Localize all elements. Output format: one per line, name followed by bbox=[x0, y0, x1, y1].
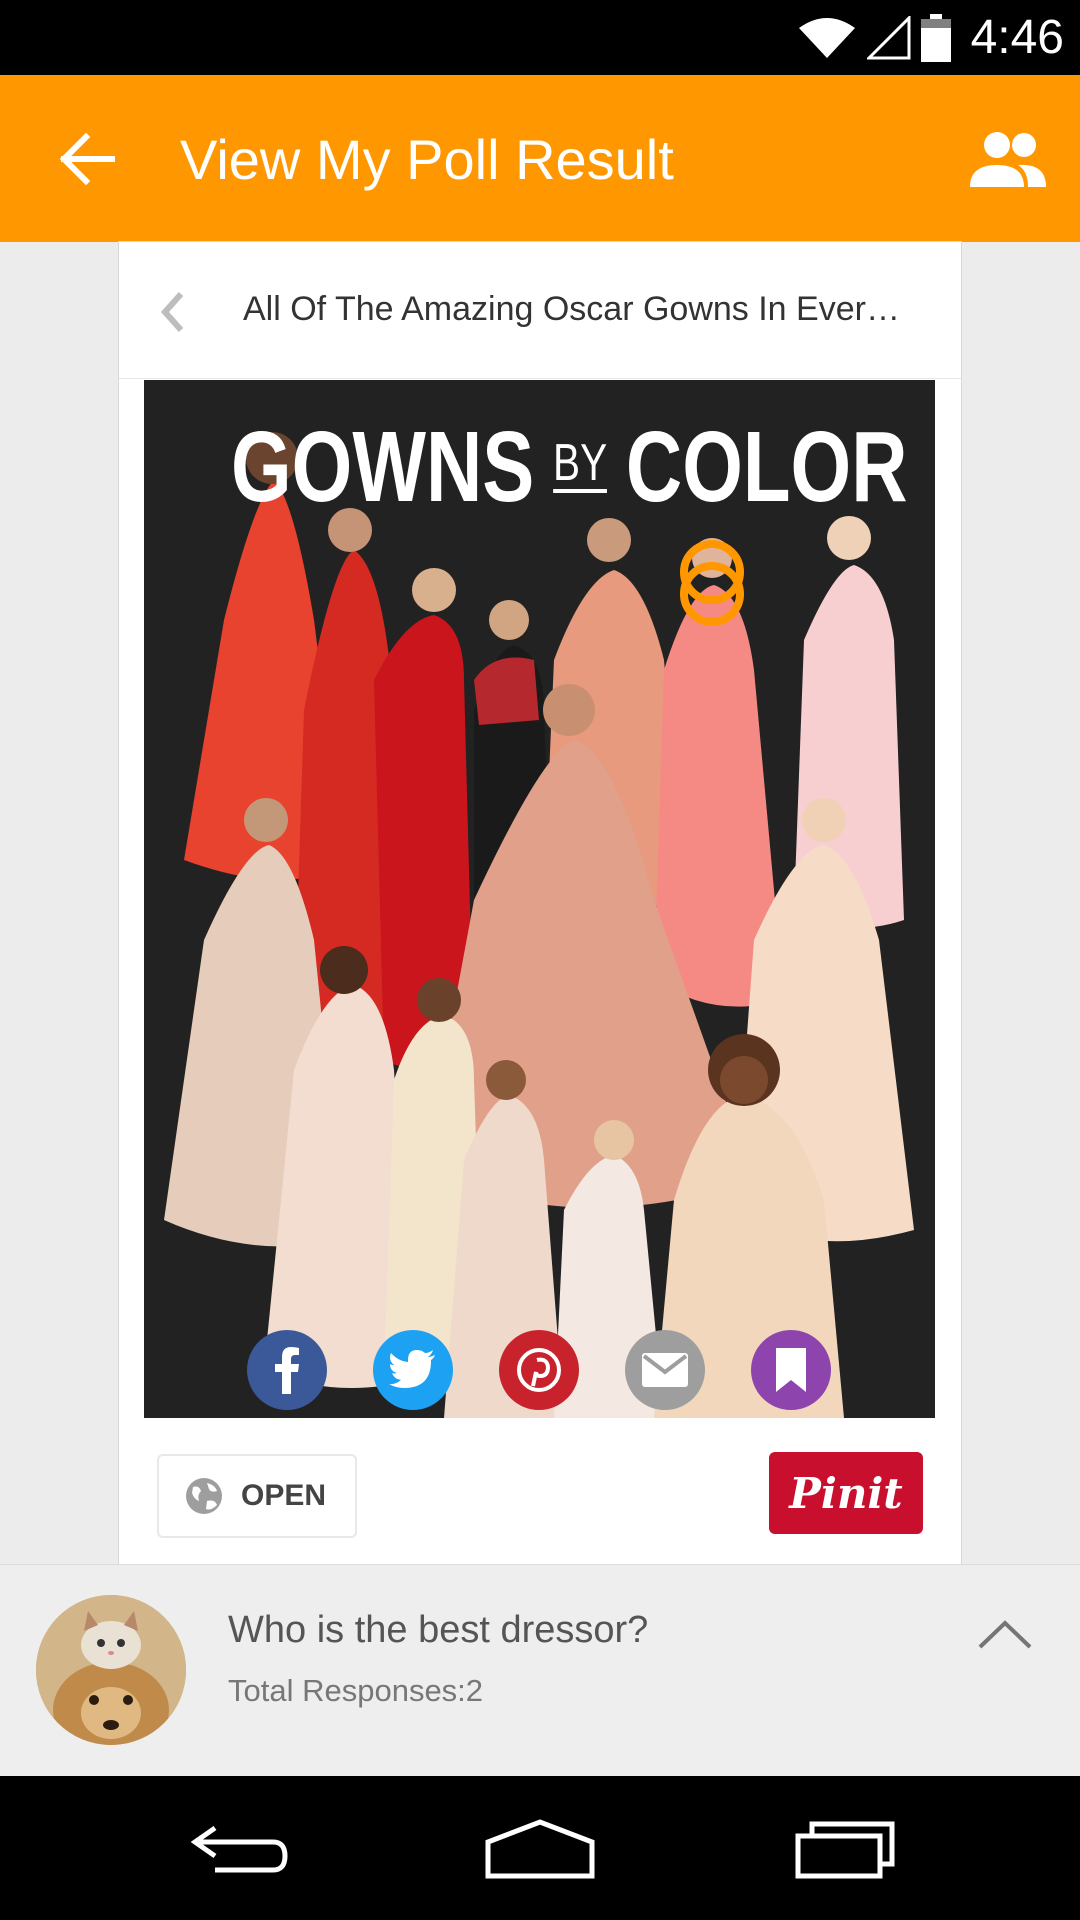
image-heading-middle: BY bbox=[553, 433, 608, 493]
pin-title: All Of The Amazing Oscar Gowns In Ever… bbox=[243, 290, 900, 328]
status-icons: 4:46 bbox=[797, 0, 1064, 75]
people-icon[interactable] bbox=[968, 127, 1048, 191]
pinit-button[interactable]: Pinit bbox=[769, 1452, 923, 1534]
pin-card-footer: OPEN Pinit bbox=[119, 1420, 961, 1564]
nav-recents-button[interactable] bbox=[775, 1806, 915, 1890]
twitter-icon bbox=[389, 1350, 435, 1388]
status-bar: 4:46 bbox=[0, 0, 1080, 75]
bookmark-button[interactable] bbox=[751, 1330, 831, 1410]
share-row bbox=[119, 1330, 961, 1410]
twitter-button[interactable] bbox=[373, 1330, 453, 1410]
link-marker-icon bbox=[680, 540, 744, 626]
chevron-up-icon[interactable] bbox=[970, 1609, 1040, 1659]
app-bar: View My Poll Result bbox=[0, 75, 1080, 242]
image-heading-left: GOWNS bbox=[231, 411, 535, 523]
battery-icon bbox=[920, 13, 951, 62]
email-button[interactable] bbox=[625, 1330, 705, 1410]
nav-back-button[interactable] bbox=[170, 1806, 310, 1890]
facebook-icon bbox=[275, 1347, 299, 1394]
poll-question: Who is the best dressor? bbox=[228, 1609, 649, 1651]
globe-icon bbox=[186, 1478, 222, 1514]
back-nav-icon bbox=[190, 1825, 288, 1873]
pin-card-header: All Of The Amazing Oscar Gowns In Ever… bbox=[119, 242, 961, 379]
image-heading-right: COLOR bbox=[625, 411, 908, 523]
pinterest-button[interactable] bbox=[499, 1330, 579, 1410]
poll-summary[interactable]: Who is the best dressor? Total Responses… bbox=[0, 1564, 1080, 1777]
pinterest-icon bbox=[517, 1348, 561, 1392]
signal-icon bbox=[866, 15, 911, 59]
open-button[interactable]: OPEN bbox=[157, 1454, 357, 1538]
status-time: 4:46 bbox=[970, 11, 1064, 64]
avatar bbox=[36, 1595, 186, 1745]
open-label: OPEN bbox=[241, 1479, 327, 1512]
bookmark-icon bbox=[776, 1348, 806, 1392]
image-heading: GOWNS BY COLOR bbox=[231, 410, 908, 525]
chevron-left-icon[interactable] bbox=[155, 290, 191, 334]
home-nav-icon bbox=[485, 1819, 595, 1879]
wifi-icon bbox=[798, 17, 855, 58]
poll-response-count: Total Responses:2 bbox=[228, 1673, 484, 1708]
facebook-button[interactable] bbox=[247, 1330, 327, 1410]
avatar-image bbox=[36, 1595, 186, 1745]
system-nav-bar bbox=[0, 1776, 1080, 1920]
screen: 4:46 View My Poll Result All Of The Amaz… bbox=[0, 0, 1080, 1920]
pin-card: All Of The Amazing Oscar Gowns In Ever… bbox=[119, 242, 961, 1564]
page-title: View My Poll Result bbox=[180, 128, 674, 191]
gowns-illustration bbox=[144, 380, 935, 1418]
arrow-back-icon[interactable] bbox=[48, 119, 128, 199]
mail-icon bbox=[642, 1353, 688, 1387]
nav-home-button[interactable] bbox=[470, 1806, 610, 1890]
recents-nav-icon bbox=[795, 1821, 895, 1879]
pin-image[interactable]: GOWNS BY COLOR bbox=[144, 380, 935, 1418]
